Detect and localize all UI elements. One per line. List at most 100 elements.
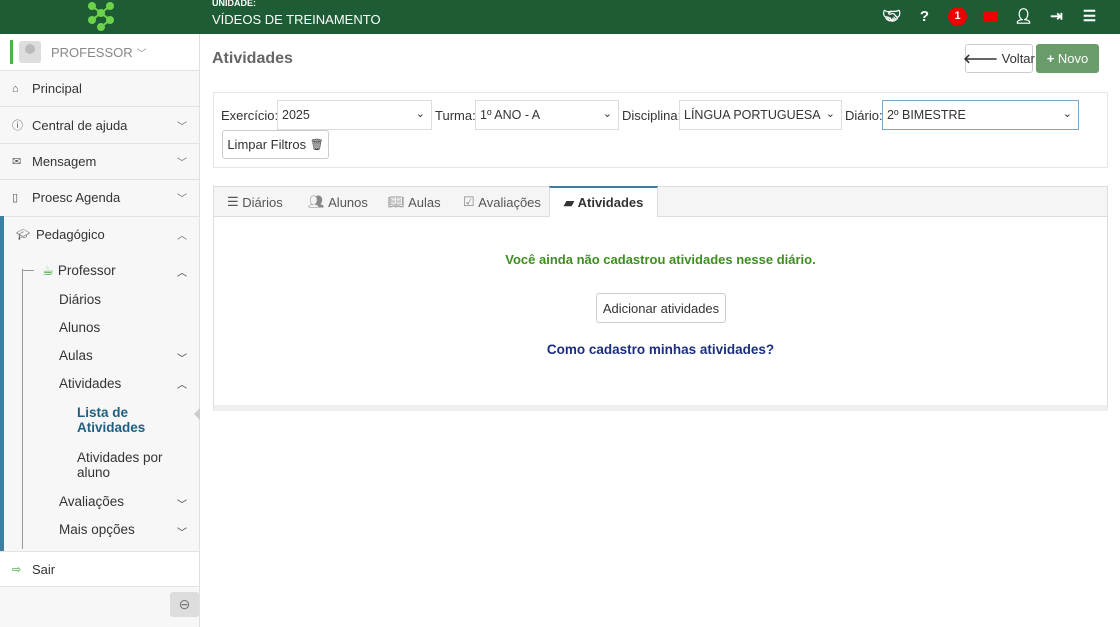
handshake-icon[interactable]: 🤝︎ <box>875 4 908 28</box>
avatar <box>19 41 41 63</box>
help-icon[interactable]: ? <box>908 4 941 28</box>
value: 2º BIMESTRE <box>887 108 966 122</box>
mail-icon[interactable] <box>974 4 1007 28</box>
disciplina-label: Disciplina: <box>622 108 682 123</box>
exercicio-select[interactable]: 2025 ⌄ <box>277 100 432 130</box>
top-header: UNIDADE: VÍDEOS DE TREINAMENTO 🤝︎ ? 1 👤︎… <box>0 0 1120 34</box>
chevron-down-icon: ﹀ <box>177 194 187 206</box>
empty-message: Você ainda não cadastrou atividades ness… <box>505 252 816 267</box>
chevron-down-icon: ⌄ <box>415 108 425 120</box>
user-name: PROFESSOR <box>51 44 133 60</box>
sidebar-item-atividades-por-aluno[interactable]: Atividades por aluno <box>77 450 177 480</box>
chevron-up-icon: ︿ <box>177 268 187 279</box>
arrow-left-icon: 🡐 <box>963 50 998 66</box>
sidebar-item-aulas[interactable]: Aulas <box>59 348 93 363</box>
check-square-icon: ☑ <box>463 194 475 209</box>
label: Alunos <box>328 194 368 210</box>
tab-alunos[interactable]: 👥︎ Alunos <box>308 187 368 217</box>
unit-name[interactable]: VÍDEOS DE TREINAMENTO <box>212 12 381 27</box>
user-menu[interactable]: PROFESSOR ﹀ <box>0 34 199 71</box>
add-activities-button[interactable]: Adicionar atividades <box>596 293 726 323</box>
diario-label: Diário: <box>845 108 883 123</box>
chevron-down-icon: ﹀ <box>177 354 187 365</box>
tab-content: Você ainda não cadastrou atividades ness… <box>213 216 1108 411</box>
home-icon: ⌂ <box>12 82 19 95</box>
label: Sair <box>32 561 56 577</box>
sidebar-item-agenda[interactable]: ▯ Proesc Agenda ﹀ <box>0 180 199 217</box>
notifications-button[interactable]: 1 <box>941 4 974 28</box>
sidebar-item-professor[interactable]: ☕︎ Professor <box>42 263 116 279</box>
logout-icon[interactable]: ⇥ <box>1040 4 1073 28</box>
sidebar-item-atividades[interactable]: Atividades <box>59 376 121 391</box>
diario-select[interactable]: 2º BIMESTRE ⌄ <box>882 100 1079 130</box>
label: Atividades <box>577 195 644 210</box>
sidebar-item-sair[interactable]: ⇨ Sair <box>0 551 199 588</box>
tab-bar: ☰ Diários 👥︎ Alunos 📖︎ Aulas ☑ Avaliaçõe… <box>213 186 1108 217</box>
collapse-sidebar-button[interactable]: ⊖ <box>170 592 199 617</box>
label: Central de ajuda <box>32 117 128 133</box>
chevron-down-icon: ⌄ <box>825 108 835 120</box>
logout-icon: ⇨ <box>12 563 22 576</box>
plus-icon: + <box>1046 51 1055 66</box>
label: Principal <box>32 81 82 97</box>
logo-icon[interactable] <box>84 0 118 32</box>
unit-label: UNIDADE: <box>212 0 256 8</box>
chevron-up-icon: ︿ <box>177 231 187 243</box>
notification-badge: 1 <box>948 6 967 26</box>
user-icon[interactable]: 👤︎ <box>1007 4 1040 28</box>
tab-avaliacoes[interactable]: ☑ Avaliações <box>463 187 541 217</box>
back-button[interactable]: 🡐 Voltar <box>963 44 1035 73</box>
sidebar-item-message[interactable]: ✉ Mensagem ﹀ <box>0 144 199 181</box>
label: Voltar <box>1001 51 1035 66</box>
envelope-icon: ✉ <box>12 155 22 168</box>
sidebar-item-diarios[interactable]: Diários <box>59 292 101 307</box>
label: Aulas <box>408 194 441 210</box>
value: 2025 <box>282 108 310 122</box>
turma-label: Turma: <box>435 108 476 123</box>
label: Pedagógico <box>36 227 105 243</box>
trash-icon: 🗑︎ <box>309 139 324 151</box>
label: Professor <box>57 263 116 278</box>
label: Novo <box>1057 51 1089 66</box>
tab-aulas[interactable]: 📖︎ Aulas <box>388 187 441 217</box>
page-title: Atividades <box>212 50 293 67</box>
label: Avaliações <box>478 194 541 210</box>
disciplina-select[interactable]: LÍNGUA PORTUGUESA ⌄ <box>679 100 842 130</box>
chevron-down-icon: ﹀ <box>177 528 187 539</box>
book-icon: ▰ <box>564 194 574 210</box>
chevron-up-icon: ︿ <box>177 380 187 391</box>
sidebar-item-principal[interactable]: ⌂ Principal <box>0 71 199 108</box>
label: Diários <box>242 194 283 210</box>
chevron-down-icon: ⌄ <box>1062 108 1072 120</box>
sidebar-item-alunos[interactable]: Alunos <box>59 320 100 335</box>
label: Proesc Agenda <box>32 190 121 206</box>
new-button[interactable]: + Novo <box>1036 44 1099 73</box>
chevron-down-icon: ﹀ <box>177 121 187 133</box>
sidebar-item-lista-atividades[interactable]: Lista de Atividades <box>77 405 167 435</box>
sidebar-item-pedagogico[interactable]: 🎓︎ Pedagógico ︿ <box>0 217 199 253</box>
list-icon: ☰ <box>227 194 239 209</box>
info-icon: ⓘ <box>12 120 23 133</box>
coffee-icon: ☕︎ <box>42 263 55 278</box>
sidebar-item-mais-opcoes[interactable]: Mais opções <box>59 522 135 537</box>
sidebar-item-help[interactable]: ⓘ Central de ajuda ﹀ <box>0 107 199 144</box>
label: Mensagem <box>32 153 97 169</box>
sidebar: PROFESSOR ﹀ ⌂ Principal ⓘ Central de ajuda ﹀… <box>0 34 200 627</box>
clear-filters-button[interactable]: Limpar Filtros 🗑︎ <box>222 130 329 159</box>
tab-atividades[interactable]: ▰ Atividades <box>549 186 659 217</box>
tab-diarios[interactable]: ☰ Diários <box>227 187 283 217</box>
help-link[interactable]: Como cadastro minhas atividades? <box>214 342 1107 357</box>
book-icon: ▯ <box>12 192 19 205</box>
sidebar-item-avaliacoes[interactable]: Avaliações <box>59 494 124 509</box>
chevron-down-icon: ﹀ <box>177 500 187 511</box>
users-icon: 👥︎ <box>308 194 325 209</box>
label: Limpar Filtros <box>227 137 307 152</box>
chevron-down-icon: ⌄ <box>602 108 612 120</box>
graduation-cap-icon: 🎓︎ <box>16 229 30 242</box>
turma-select[interactable]: 1º ANO - A ⌄ <box>475 100 619 130</box>
chevron-down-icon: ﹀ <box>177 157 187 169</box>
value: 1º ANO - A <box>480 108 541 122</box>
menu-icon[interactable]: ☰ <box>1073 4 1106 28</box>
book-open-icon: 📖︎ <box>388 194 405 209</box>
value: LÍNGUA PORTUGUESA <box>684 108 821 122</box>
